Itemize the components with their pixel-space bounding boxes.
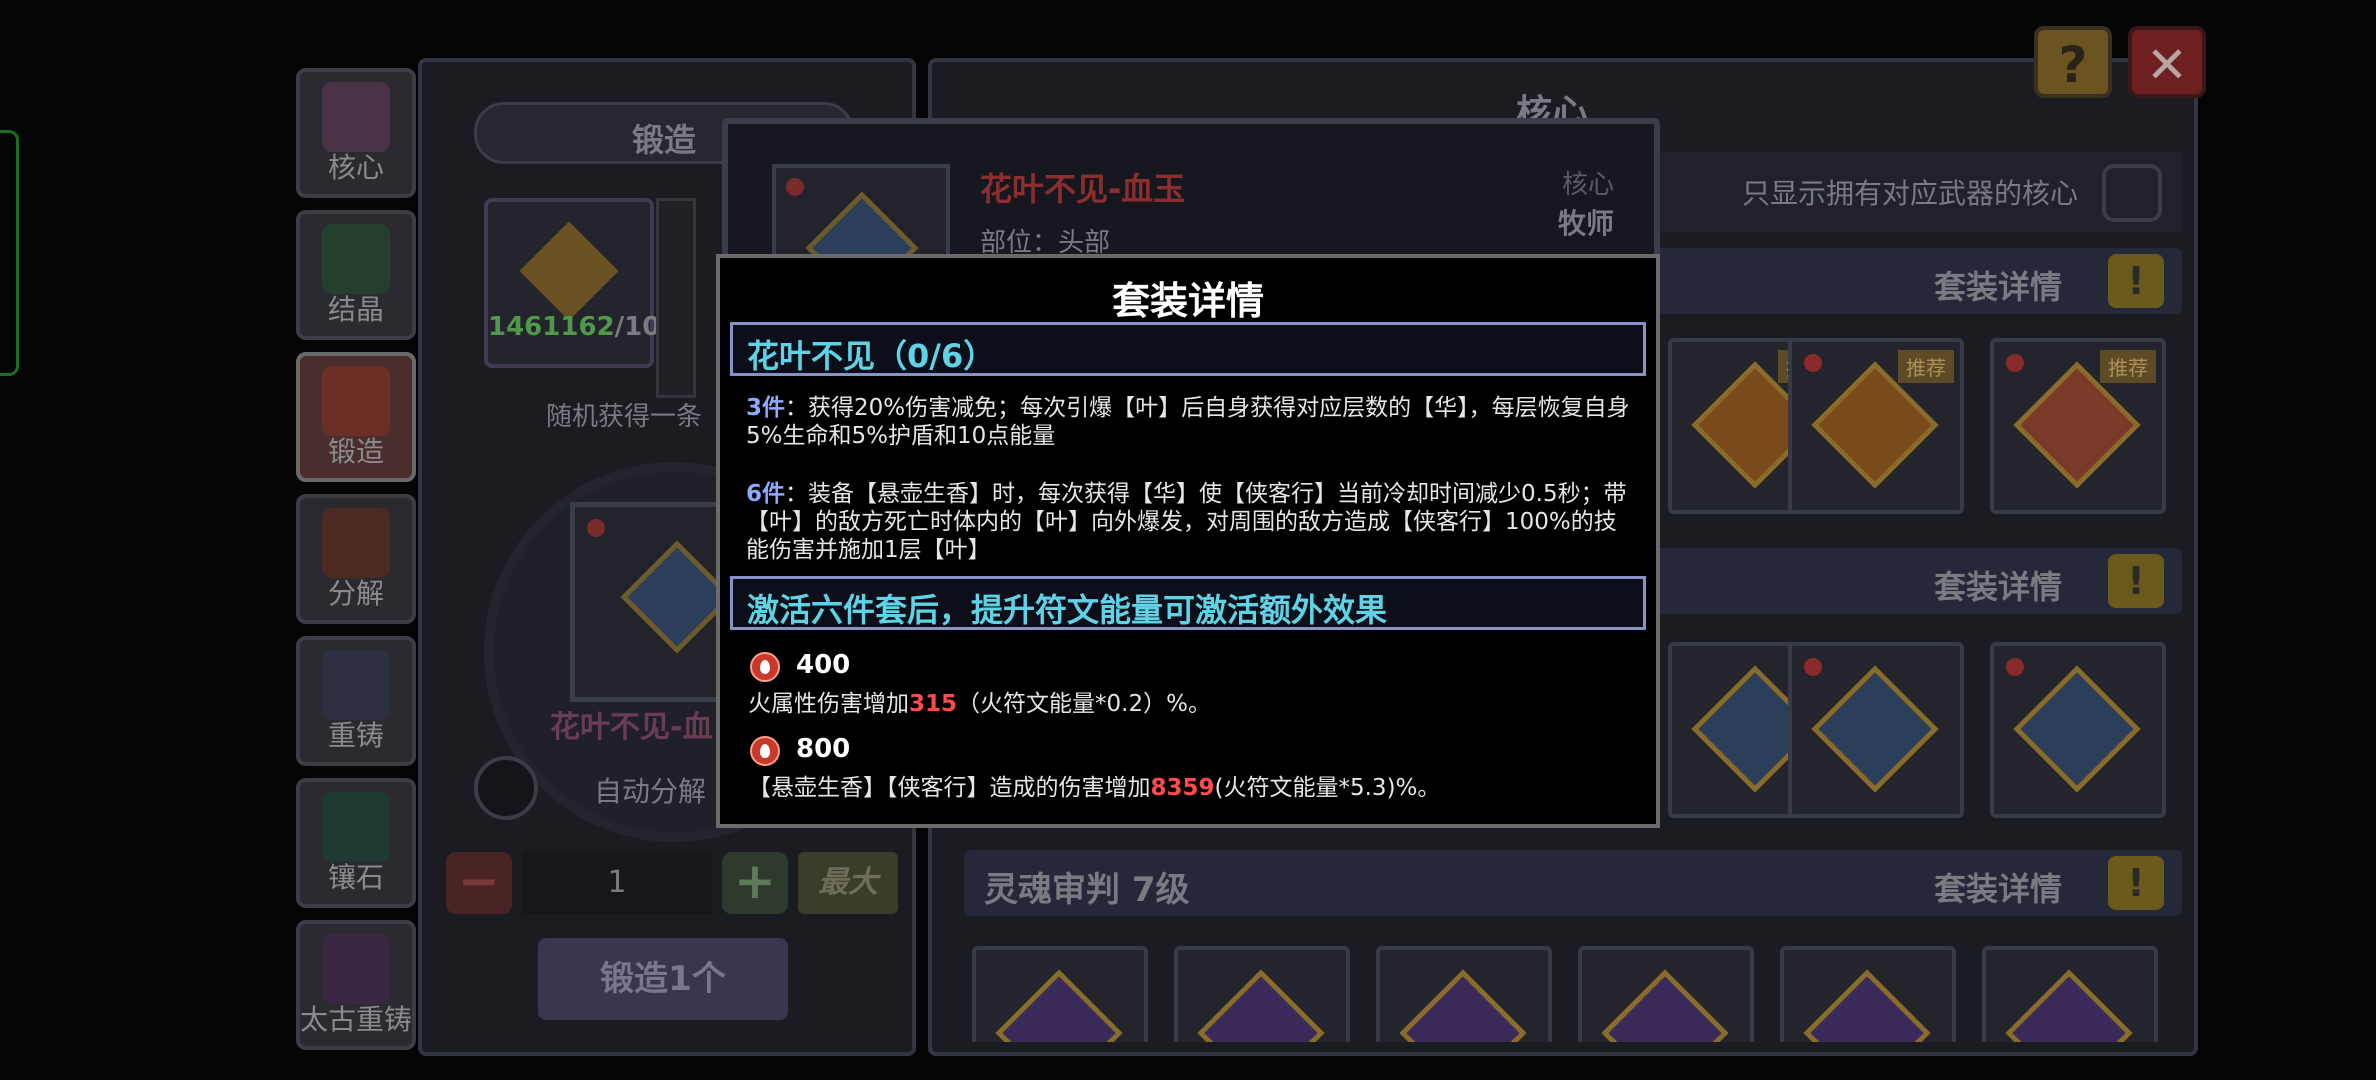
bonus-6-piece: 6件：装备【悬壶生香】时，每次获得【华】使【侠客行】当前冷却时间减少0.5秒；带… (746, 480, 1630, 564)
set-detail-button-label[interactable]: 套装详情 (1934, 562, 2062, 608)
core-slot[interactable] (1376, 946, 1552, 1042)
core-slot[interactable]: 推荐 (1788, 338, 1964, 514)
fire-icon (587, 519, 605, 537)
auto-decompose-label: 自动分解 (594, 775, 707, 808)
activate-header: 激活六件套后，提升符文能量可激活额外效果 (730, 576, 1646, 630)
core-slot[interactable] (1982, 946, 2158, 1042)
set-detail-popup: 套装详情 花叶不见（0/6） 3件：获得20%伤害减免；每次引爆【叶】后自身获得… (716, 254, 1660, 828)
set-bar-soul: 灵魂审判 7级 套装详情 ! (964, 850, 2182, 916)
tier-2-value: 800 (796, 734, 851, 764)
core-slot[interactable] (1578, 946, 1754, 1042)
tab-label: 锻造 (327, 435, 384, 468)
auto-decompose-checkbox[interactable] (474, 756, 538, 820)
ancient-recast-icon (322, 934, 390, 1004)
random-text: 随机获得一条 (546, 402, 703, 432)
max-button[interactable]: 最大 (798, 852, 898, 914)
tier-1-value: 400 (796, 650, 851, 680)
tier-1-formula: （火符文能量*0.2）%。 (957, 691, 1211, 717)
tab-label: 核心 (327, 151, 384, 184)
activate-text: 激活六件套后，提升符文能量可激活额外效果 (747, 591, 1388, 629)
set-detail-button-label[interactable]: 套装详情 (1934, 262, 2062, 308)
tab-recast[interactable]: 重铸 (296, 636, 416, 766)
minus-button[interactable]: − (446, 852, 512, 914)
tab-core[interactable]: 核心 (296, 68, 416, 198)
filter-label: 只显示拥有对应武器的核心 (1741, 177, 2078, 210)
fire-rune-icon (750, 652, 780, 682)
decompose-icon (322, 508, 390, 578)
forge-button[interactable]: 锻造1个 (538, 938, 788, 1020)
popup-title: 套装详情 (1111, 279, 1264, 323)
plus-button[interactable]: + (722, 852, 788, 914)
core-slot[interactable] (1788, 642, 1964, 818)
tier-2-desc: 【悬壶生香】【侠客行】造成的伤害增加8359(火符文能量*5.3)%。 (748, 774, 1630, 802)
exclamation-icon[interactable]: ! (2108, 254, 2164, 308)
tab-forge[interactable]: 锻造 (296, 352, 416, 482)
core-slot[interactable]: 推荐 (1990, 338, 2166, 514)
inlay-icon (322, 792, 390, 862)
fire-rune-icon (750, 736, 780, 766)
exclamation-icon[interactable]: ! (2108, 856, 2164, 910)
item-class: 牧师 (1557, 207, 1614, 240)
tier-1-text: 火属性伤害增加 (748, 691, 909, 717)
material-bar (656, 198, 696, 398)
tab-label: 重铸 (327, 719, 384, 752)
crystal-icon (322, 224, 390, 294)
core-slot[interactable] (1174, 946, 1350, 1042)
exclamation-icon[interactable]: ! (2108, 554, 2164, 608)
item-category: 核心 (1561, 170, 1614, 200)
item-name: 花叶不见-血玉 (980, 170, 1186, 208)
tab-label: 结晶 (327, 293, 384, 326)
tab-decompose[interactable]: 分解 (296, 494, 416, 624)
soul-slots-row (972, 942, 2182, 1042)
tab-label: 分解 (327, 577, 384, 610)
bonus-6-text: ：装备【悬壶生香】时，每次获得【华】使【侠客行】当前冷却时间减少0.5秒；带【叶… (746, 481, 1627, 563)
core-icon (322, 82, 390, 152)
recast-icon (322, 650, 390, 720)
tier-2-number: 8359 (1150, 775, 1215, 801)
core-slot[interactable] (1990, 642, 2166, 818)
bonus-3-level: 3件 (746, 395, 786, 421)
material-icon (519, 221, 619, 321)
set-name-header: 花叶不见（0/6） (730, 322, 1646, 376)
core-slot[interactable] (972, 946, 1148, 1042)
bonus-3-text: ：获得20%伤害减免；每次引爆【叶】后自身获得对应层数的【华】，每层恢复自身5%… (746, 395, 1630, 449)
tier-1-number: 315 (909, 691, 958, 717)
quantity-field[interactable]: 1 (522, 852, 712, 914)
material-counter: 1461162/100 (488, 312, 678, 342)
material-count: 1461162 (488, 312, 615, 342)
tier-2-text: 【悬壶生香】【侠客行】造成的伤害增加 (748, 775, 1151, 801)
close-button[interactable]: ✕ (2128, 26, 2206, 98)
anvil-icon (322, 366, 390, 436)
result-item-name: 花叶不见-血 (550, 710, 713, 745)
soul-set-label: 灵魂审判 7级 (984, 870, 1190, 910)
bonus-6-level: 6件 (746, 481, 786, 507)
help-button[interactable]: ? (2034, 26, 2112, 98)
bonus-3-piece: 3件：获得20%伤害减免；每次引爆【叶】后自身获得对应层数的【华】，每层恢复自身… (746, 394, 1630, 450)
filter-checkbox[interactable] (2102, 164, 2162, 222)
tab-inlay[interactable]: 镶石 (296, 778, 416, 908)
set-name: 花叶不见（0/6） (747, 337, 996, 375)
tier-2-formula: (火符文能量*5.3)%。 (1214, 775, 1441, 801)
edge-indicator (0, 130, 19, 376)
material-slot[interactable] (484, 198, 654, 368)
tab-ancient-recast[interactable]: 太古重铸 (296, 920, 416, 1050)
set-detail-button-label[interactable]: 套装详情 (1934, 864, 2062, 910)
tier-1-desc: 火属性伤害增加315（火符文能量*0.2）%。 (748, 690, 1630, 718)
fire-icon (786, 178, 804, 196)
tab-label: 镶石 (327, 861, 384, 894)
tab-label: 太古重铸 (300, 1003, 413, 1036)
core-slot[interactable] (1780, 946, 1956, 1042)
tab-crystal[interactable]: 结晶 (296, 210, 416, 340)
